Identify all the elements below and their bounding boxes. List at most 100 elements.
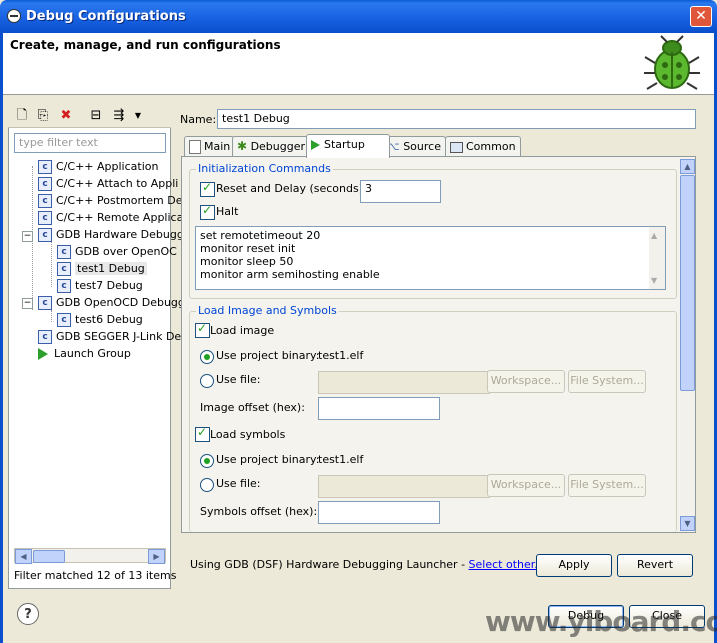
- use-file-label: Use file:: [216, 373, 261, 386]
- tab-debugger[interactable]: ✱ Debugger: [232, 136, 311, 157]
- scroll-down-icon[interactable]: ▼: [651, 274, 657, 287]
- load-symbols-checkbox[interactable]: [195, 425, 210, 442]
- reset-delay-label: Reset and Delay (seconds):: [216, 182, 367, 195]
- tab-label: Common: [466, 140, 516, 153]
- load-image-checkbox[interactable]: [195, 321, 210, 338]
- new-config-icon[interactable]: 🗋: [14, 108, 30, 123]
- launcher-text: Using GDB (DSF) Hardware Debugging Launc…: [190, 558, 466, 571]
- filter-icon[interactable]: ⇶: [111, 108, 127, 123]
- tree-item-label: C/C++ Attach to Appli: [56, 177, 179, 190]
- image-project-binary-radio[interactable]: [200, 350, 214, 364]
- scroll-down-icon[interactable]: ▼: [680, 516, 695, 531]
- tab-label: Main: [204, 140, 231, 153]
- scroll-left-icon[interactable]: ◀: [15, 549, 32, 564]
- filter-status: Filter matched 12 of 13 items: [14, 569, 177, 582]
- c-config-icon: c: [38, 211, 52, 225]
- eclipse-debug-icon: [7, 9, 21, 23]
- collapse-toggle[interactable]: −: [22, 231, 33, 242]
- dialog-header: Create, manage, and run configurations: [3, 33, 714, 95]
- tree-item[interactable]: c C/C++ Application: [38, 159, 158, 175]
- tree-item[interactable]: Launch Group: [38, 346, 131, 362]
- tree-item[interactable]: c GDB Hardware Debugg: [38, 227, 184, 243]
- c-config-icon: c: [38, 194, 52, 208]
- chevron-down-icon[interactable]: ▼: [130, 108, 146, 123]
- startup-play-icon: [311, 140, 320, 150]
- init-command-line: set remotetimeout 20: [200, 229, 321, 242]
- load-image-title: Load Image and Symbols: [196, 304, 339, 317]
- symbols-file-input[interactable]: [318, 475, 490, 498]
- image-workspace-button[interactable]: Workspace...: [487, 370, 565, 393]
- c-config-icon: c: [38, 228, 52, 242]
- symbols-offset-input[interactable]: [318, 501, 440, 524]
- symbols-workspace-button[interactable]: Workspace...: [487, 474, 565, 497]
- tree-item[interactable]: c test7 Debug: [57, 278, 143, 294]
- symbols-project-binary-radio[interactable]: [200, 454, 214, 468]
- tree-item[interactable]: c GDB OpenOCD Debugg: [38, 295, 185, 311]
- scroll-thumb[interactable]: [33, 550, 65, 563]
- content-vertical-scrollbar[interactable]: ▲ ▼: [680, 159, 695, 531]
- common-icon: [450, 141, 463, 153]
- tree-item-label: test7 Debug: [75, 279, 143, 292]
- tab-source[interactable]: ⌥ Source: [382, 136, 446, 157]
- tab-common[interactable]: Common: [445, 136, 521, 157]
- scroll-up-icon[interactable]: ▲: [651, 229, 657, 242]
- main-tab-icon: [189, 140, 201, 154]
- tree-item[interactable]: c GDB SEGGER J-Link De: [38, 329, 181, 345]
- image-binary-value: test1.elf: [318, 349, 364, 362]
- reset-delay-input[interactable]: 3: [360, 180, 441, 203]
- tree-item[interactable]: c C/C++ Postmortem De: [38, 193, 183, 209]
- help-icon[interactable]: ?: [17, 603, 39, 625]
- textarea-scrollbar[interactable]: ▲ ▼: [649, 227, 665, 289]
- tree-item[interactable]: c C/C++ Attach to Appli: [38, 176, 178, 192]
- image-offset-input[interactable]: [318, 397, 440, 420]
- bug-icon: [644, 35, 700, 90]
- collapse-all-icon[interactable]: ⊟: [88, 108, 104, 123]
- c-config-icon: c: [38, 177, 52, 191]
- use-file-label: Use file:: [216, 477, 261, 490]
- apply-button[interactable]: Apply: [536, 554, 612, 577]
- c-config-icon: c: [38, 330, 52, 344]
- tree-item-label: test6 Debug: [75, 313, 143, 326]
- image-filesystem-button[interactable]: File System...: [568, 370, 646, 393]
- load-image-label: Load image: [210, 324, 275, 337]
- scroll-thumb[interactable]: [680, 175, 695, 391]
- tab-main[interactable]: Main: [184, 136, 236, 157]
- revert-button[interactable]: Revert: [617, 554, 693, 577]
- reset-delay-checkbox[interactable]: [200, 180, 215, 197]
- tree-item-label: GDB over OpenOC: [75, 245, 177, 258]
- config-tabs: Main ✱ Debugger Startup ⌥ Source Common: [181, 134, 696, 158]
- tree-item[interactable]: c test6 Debug: [57, 312, 143, 328]
- halt-checkbox[interactable]: [200, 203, 215, 220]
- image-file-input[interactable]: [318, 371, 490, 394]
- tree-item[interactable]: c GDB over OpenOC: [57, 244, 177, 260]
- watermark: www.yiboard.com: [485, 605, 717, 638]
- symbols-use-file-radio[interactable]: [200, 478, 214, 492]
- c-config-icon: c: [57, 279, 71, 293]
- scroll-up-icon[interactable]: ▲: [680, 159, 695, 174]
- bug-small-icon: ✱: [237, 139, 248, 153]
- scroll-right-icon[interactable]: ▶: [148, 549, 165, 564]
- tab-label: Startup: [324, 138, 365, 151]
- name-input[interactable]: test1 Debug: [217, 109, 696, 129]
- duplicate-icon[interactable]: ⎘: [35, 108, 51, 123]
- filter-input[interactable]: type filter text: [14, 133, 166, 153]
- symbols-binary-value: test1.elf: [318, 453, 364, 466]
- image-offset-label: Image offset (hex):: [200, 401, 305, 414]
- delete-icon[interactable]: ✖: [58, 108, 74, 123]
- window-frame-left: [0, 33, 3, 643]
- tree-item-selected[interactable]: c test1 Debug: [57, 261, 147, 277]
- tree-item-label: C/C++ Postmortem De: [56, 194, 183, 207]
- init-commands-textarea[interactable]: set remotetimeout 20 monitor reset init …: [195, 226, 666, 290]
- select-other-link[interactable]: Select other...: [469, 558, 545, 571]
- tree-horizontal-scrollbar[interactable]: ◀ ▶: [14, 548, 166, 564]
- tree-item-label: C/C++ Application: [56, 160, 159, 173]
- tree-item[interactable]: c C/C++ Remote Applica: [38, 210, 183, 226]
- symbols-filesystem-button[interactable]: File System...: [568, 474, 646, 497]
- tab-startup[interactable]: Startup: [306, 134, 390, 158]
- tree-line: [51, 310, 52, 322]
- collapse-toggle[interactable]: −: [22, 298, 33, 309]
- close-window-button[interactable]: ✕: [690, 6, 712, 27]
- tab-label: Debugger: [250, 140, 306, 153]
- image-use-file-radio[interactable]: [200, 374, 214, 388]
- use-project-binary-label: Use project binary:: [216, 349, 320, 362]
